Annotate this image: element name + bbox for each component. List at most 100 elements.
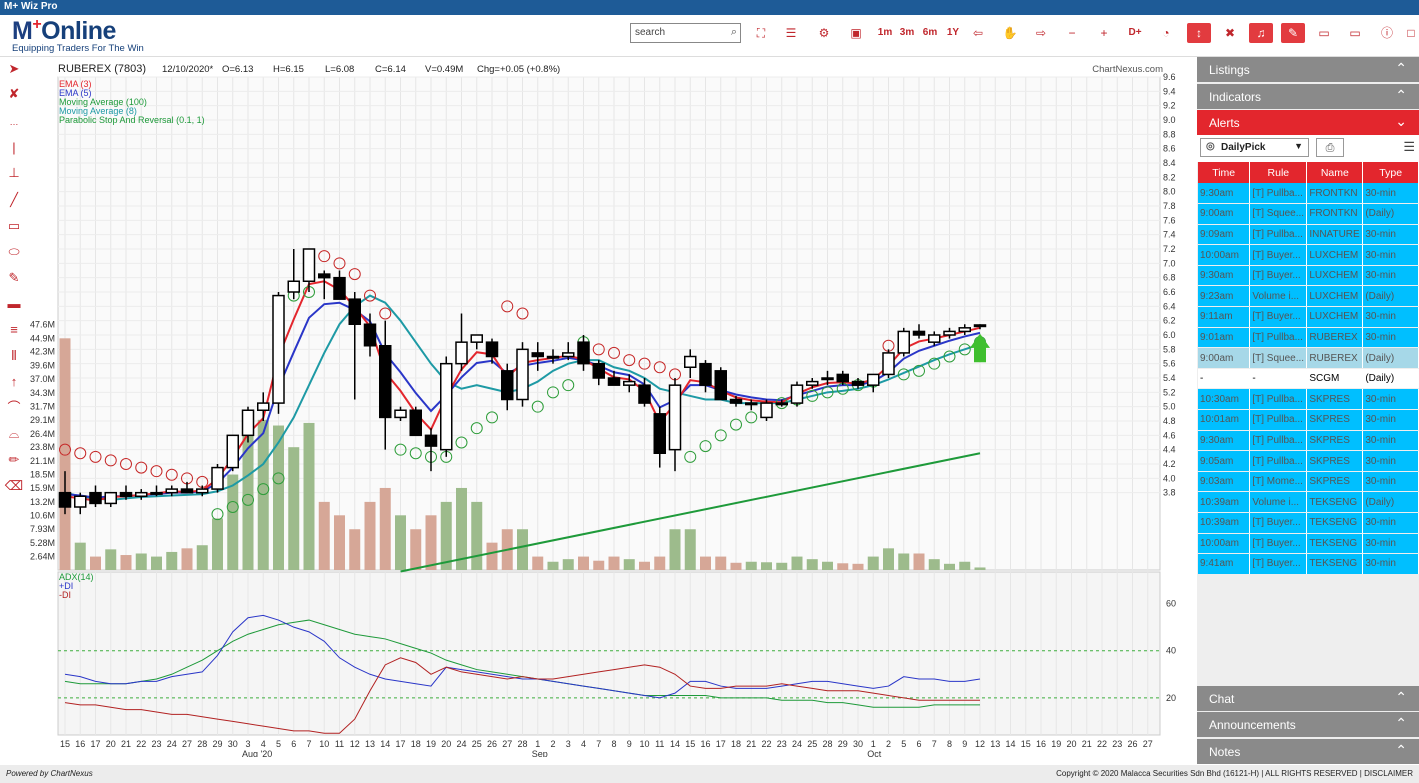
crosshair-icon[interactable]: ✖: [1221, 23, 1239, 43]
alert-rule: [T] Pullba...: [1249, 430, 1308, 452]
ellipse-icon[interactable]: ⬭: [4, 243, 24, 261]
arrow-right-icon[interactable]: ⇨: [1032, 23, 1050, 43]
chevron-up-icon[interactable]: ⌃: [1395, 742, 1407, 759]
eraser-icon[interactable]: ⌫: [4, 477, 24, 495]
date-tick: 20: [1066, 739, 1076, 749]
alert-row[interactable]: 9:30am [T] Pullba... SKPRES 30-min: [1198, 430, 1419, 452]
speedometer-icon[interactable]: ◔: [1157, 23, 1175, 43]
alert-row[interactable]: 9:09am [T] Pullba... INNATURE 30-min: [1198, 224, 1419, 246]
adx-panel-bg: [57, 571, 1161, 736]
chevron-up-icon[interactable]: ⌃: [1395, 60, 1407, 77]
export-icon[interactable]: ⎙: [1316, 138, 1344, 157]
interval-1y-button[interactable]: 1Y: [944, 23, 962, 43]
zoom-in-icon[interactable]: +: [1095, 23, 1113, 43]
alert-row[interactable]: 10:00am [T] Buyer... LUXCHEM 30-min: [1198, 244, 1419, 266]
alert-row[interactable]: - - SCGM (Daily): [1198, 368, 1419, 390]
interval-6m-button[interactable]: 6m: [921, 23, 939, 43]
interval-1m-button[interactable]: 1m: [876, 23, 894, 43]
alert-row[interactable]: 9:41am [T] Buyer... TEKSENG 30-min: [1198, 553, 1419, 575]
chart-canvas[interactable]: 9.6 9.4 9.2 9.0 8.8 8.6 8.4 8.2 8.0 7.8 7.6 7.4 7.2 7…: [30, 57, 1195, 757]
candle-body: [257, 402, 270, 412]
arc-down-icon[interactable]: ⌓: [4, 425, 24, 443]
volume-bar: [288, 447, 300, 570]
arrow-left-icon[interactable]: ⇦: [969, 23, 987, 43]
volume-bar: [700, 556, 711, 570]
alert-row[interactable]: 9:30am [T] Pullba... FRONTKN 30-min: [1198, 183, 1419, 205]
search-icon[interactable]: ⌕: [731, 26, 737, 39]
alert-name: SCGM: [1306, 368, 1364, 390]
chevron-up-icon[interactable]: ⌃: [1395, 87, 1407, 104]
alert-filter-select[interactable]: ◎ DailyPick ▼: [1200, 138, 1309, 157]
volume-bar: [166, 551, 178, 570]
date-tick: 8: [947, 739, 952, 749]
col-name[interactable]: Name: [1306, 162, 1364, 183]
chat-header[interactable]: Chat ⌃: [1197, 686, 1419, 711]
add-day-button[interactable]: D+: [1126, 23, 1144, 43]
date-tick: 4: [581, 739, 586, 749]
listings-header[interactable]: Listings ⌃: [1197, 57, 1419, 82]
alert-row[interactable]: 10:01am [T] Pullba... SKPRES 30-min: [1198, 409, 1419, 431]
gann-icon[interactable]: ⦀: [4, 347, 24, 365]
pencil-icon[interactable]: ✎: [4, 269, 24, 287]
search-input[interactable]: search ⌕: [630, 23, 741, 43]
col-type[interactable]: Type: [1362, 162, 1419, 183]
list-menu-icon[interactable]: ☰: [1403, 139, 1415, 155]
alert-row[interactable]: 10:39am [T] Buyer... TEKSENG 30-min: [1198, 512, 1419, 534]
chevron-down-icon[interactable]: ⌄: [1395, 113, 1407, 130]
volume-bar: [90, 556, 101, 570]
stock-chart[interactable]: 9.6 9.4 9.2 9.0 8.8 8.6 8.4 8.2 8.0 7.8 7.6 7.4 7.2 7…: [30, 57, 1195, 757]
alert-row[interactable]: 10:39am Volume i... TEKSENG (Daily): [1198, 491, 1419, 513]
interval-3m-button[interactable]: 3m: [898, 23, 916, 43]
notes-header[interactable]: Notes ⌃: [1197, 739, 1419, 764]
horizontal-ray-icon[interactable]: ⊥: [4, 164, 24, 182]
col-rule[interactable]: Rule: [1249, 162, 1308, 183]
chevron-up-icon[interactable]: ⌃: [1395, 689, 1407, 706]
alert-time: 9:23am: [1198, 285, 1251, 308]
info-icon[interactable]: ⓘ: [1378, 23, 1396, 43]
zoom-out-icon[interactable]: −: [1063, 23, 1081, 43]
arc-icon[interactable]: ⌒: [4, 399, 24, 417]
alert-row[interactable]: 9:01am [T] Pullba... RUBEREX 30-min: [1198, 327, 1419, 349]
alert-row[interactable]: 9:00am [T] Squee... FRONTKN (Daily): [1198, 203, 1419, 225]
alert-name: SKPRES: [1306, 388, 1364, 411]
camera-icon[interactable]: ▣: [847, 23, 865, 43]
chat-icon[interactable]: ▭: [1315, 23, 1333, 43]
monitor-icon[interactable]: ▭: [1346, 23, 1364, 43]
candle-body: [501, 370, 514, 401]
alert-row[interactable]: 10:30am [T] Pullba... SKPRES 30-min: [1198, 388, 1419, 411]
notes-icon[interactable]: ✎: [1281, 23, 1305, 43]
date-tick: 26: [1127, 739, 1137, 749]
alert-row[interactable]: 9:00am [T] Squee... RUBEREX (Daily): [1198, 347, 1419, 369]
indicators-header[interactable]: Indicators ⌃: [1197, 84, 1419, 109]
chevron-up-icon[interactable]: ⌃: [1395, 715, 1407, 732]
alert-row[interactable]: 9:11am [T] Buyer... LUXCHEM 30-min: [1198, 306, 1419, 328]
alert-row[interactable]: 9:05am [T] Pullba... SKPRES 30-min: [1198, 450, 1419, 472]
alert-row[interactable]: 9:23am Volume i... LUXCHEM (Daily): [1198, 285, 1419, 308]
candlestick-icon[interactable]: ↕: [1187, 23, 1211, 43]
alert-row[interactable]: 9:03am [T] Mome... SKPRES 30-min: [1198, 471, 1419, 493]
trend-line-icon[interactable]: ╱: [4, 191, 24, 209]
eraser-select-icon[interactable]: ✘: [4, 85, 24, 103]
settings-icon[interactable]: ⚙: [815, 23, 833, 43]
fullscreen-icon[interactable]: ⛶: [752, 23, 770, 43]
text-label-icon[interactable]: ▬: [4, 295, 24, 313]
window-icon[interactable]: □: [1404, 23, 1418, 43]
dotted-line-icon[interactable]: …: [4, 113, 24, 131]
hand-pan-icon[interactable]: ✋: [1001, 23, 1019, 43]
announcements-header[interactable]: Announcements ⌃: [1197, 712, 1419, 737]
pointer-icon[interactable]: ➤: [4, 60, 24, 78]
arrow-up-icon[interactable]: ↑: [4, 373, 24, 391]
vertical-line-icon[interactable]: |: [4, 139, 24, 157]
document-icon[interactable]: ☰: [782, 23, 800, 43]
alert-row[interactable]: 9:30am [T] Buyer... LUXCHEM 30-min: [1198, 265, 1419, 287]
alerts-header[interactable]: Alerts ⌄: [1197, 110, 1419, 135]
volume-bar: [761, 562, 772, 570]
alert-row[interactable]: 10:00am [T] Buyer... TEKSENG 30-min: [1198, 533, 1419, 555]
sound-icon[interactable]: ♫: [1249, 23, 1273, 43]
brush-icon[interactable]: ✏: [4, 451, 24, 469]
rectangle-icon[interactable]: ▭: [4, 217, 24, 235]
candle-body: [211, 466, 224, 490]
fibonacci-icon[interactable]: ≡: [4, 321, 24, 339]
copyright[interactable]: Copyright © 2020 Malacca Securities Sdn …: [1056, 769, 1413, 778]
col-time[interactable]: Time: [1198, 162, 1251, 183]
